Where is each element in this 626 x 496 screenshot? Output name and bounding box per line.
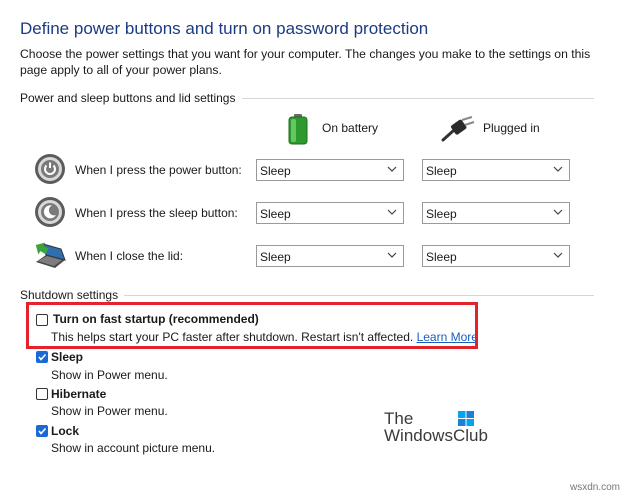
sleep-button-battery-value: Sleep bbox=[260, 207, 291, 221]
shutdown-section-heading: Shutdown settings bbox=[20, 288, 119, 302]
power-section-divider bbox=[242, 98, 594, 99]
watermark-line2: WindowsClub bbox=[384, 426, 488, 445]
lock-option-description: Show in account picture menu. bbox=[51, 441, 216, 455]
close-lid-label: When I close the lid: bbox=[75, 249, 184, 263]
sleep-button-label: When I press the sleep button: bbox=[75, 206, 238, 220]
on-battery-header: On battery bbox=[322, 121, 379, 135]
chevron-down-icon bbox=[553, 252, 563, 258]
chevron-down-icon bbox=[387, 252, 397, 258]
hibernate-checkbox[interactable] bbox=[36, 388, 48, 400]
close-lid-plugged-select[interactable]: Sleep bbox=[422, 245, 570, 267]
power-button-plugged-select[interactable]: Sleep bbox=[422, 159, 570, 181]
chevron-down-icon bbox=[387, 166, 397, 172]
lock-option-label: Lock bbox=[51, 424, 80, 438]
sleep-button-plugged-value: Sleep bbox=[426, 207, 457, 221]
chevron-down-icon bbox=[553, 209, 563, 215]
sleep-button-plugged-select[interactable]: Sleep bbox=[422, 202, 570, 224]
power-section-heading: Power and sleep buttons and lid settings bbox=[20, 91, 236, 105]
power-button-label: When I press the power button: bbox=[75, 163, 242, 177]
power-button-icon bbox=[34, 153, 66, 185]
sleep-option-description: Show in Power menu. bbox=[51, 368, 168, 382]
page-description: Choose the power settings that you want … bbox=[20, 47, 591, 77]
fast-startup-highlight bbox=[26, 302, 478, 349]
windows-logo-icon bbox=[458, 411, 474, 426]
sleep-option-label: Sleep bbox=[51, 350, 84, 364]
chevron-down-icon bbox=[387, 209, 397, 215]
chevron-down-icon bbox=[553, 166, 563, 172]
battery-icon bbox=[287, 113, 309, 145]
close-lid-plugged-value: Sleep bbox=[426, 250, 457, 264]
close-lid-battery-value: Sleep bbox=[260, 250, 291, 264]
sleep-button-battery-select[interactable]: Sleep bbox=[256, 202, 404, 224]
sleep-checkbox[interactable] bbox=[36, 351, 48, 363]
page-title: Define power buttons and turn on passwor… bbox=[20, 19, 429, 38]
laptop-lid-icon bbox=[33, 238, 67, 272]
plug-icon bbox=[441, 116, 475, 142]
shutdown-section-divider bbox=[124, 295, 594, 296]
power-button-battery-select[interactable]: Sleep bbox=[256, 159, 404, 181]
lock-checkbox[interactable] bbox=[36, 425, 48, 437]
site-watermark: wsxdn.com bbox=[569, 482, 620, 493]
plugged-in-header: Plugged in bbox=[483, 121, 540, 135]
check-icon bbox=[38, 353, 47, 361]
power-button-plugged-value: Sleep bbox=[426, 164, 457, 178]
hibernate-option-label: Hibernate bbox=[51, 387, 107, 401]
sleep-button-icon bbox=[34, 196, 66, 228]
check-icon bbox=[38, 427, 47, 435]
hibernate-option-description: Show in Power menu. bbox=[51, 404, 168, 418]
power-button-battery-value: Sleep bbox=[260, 164, 291, 178]
close-lid-battery-select[interactable]: Sleep bbox=[256, 245, 404, 267]
